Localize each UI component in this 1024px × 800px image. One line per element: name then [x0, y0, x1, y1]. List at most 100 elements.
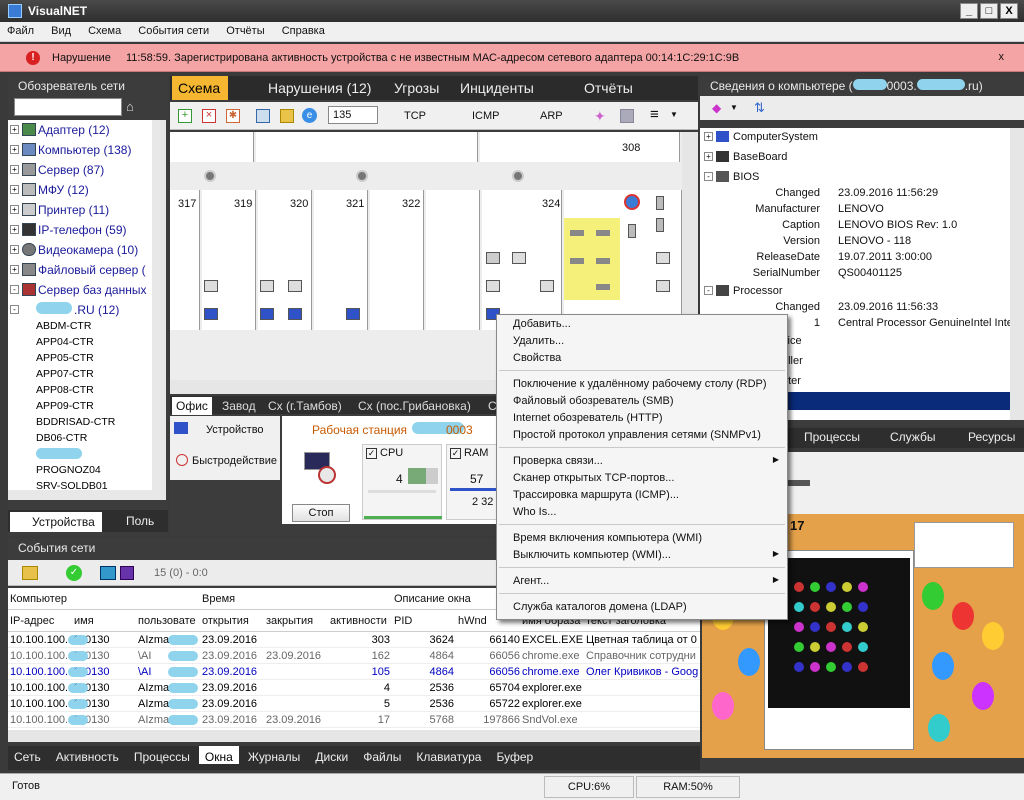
tcp-toggle[interactable]: TCP: [404, 110, 426, 122]
tree-host[interactable]: DB06-CTR1: [8, 430, 152, 446]
printer-icon[interactable]: [512, 252, 526, 264]
table-row[interactable]: 10.100.100. S-0130 \AI 23.09.2016 105 4864 660…: [8, 664, 700, 680]
wmi-node-bios[interactable]: - BIOS: [700, 168, 1010, 186]
tree-node-db-server[interactable]: - Сервер баз данных: [8, 280, 152, 300]
context-menu-item[interactable]: Файловый обозреватель (SMB): [497, 392, 787, 409]
tab-processes[interactable]: Процессы: [804, 430, 860, 444]
tree-host[interactable]: APP08-CTR1: [8, 382, 152, 398]
column-header[interactable]: PID: [394, 615, 456, 627]
filter-icon[interactable]: [22, 566, 38, 580]
tree-hscrollbar[interactable]: [8, 490, 166, 500]
server-rack-icon[interactable]: [656, 252, 670, 264]
tab-violations[interactable]: Нарушения (12): [268, 80, 371, 96]
table-row[interactable]: 10.100.100. S-0130 AIzma 23.09.2016 303 3624 6…: [8, 632, 700, 648]
switch-icon[interactable]: [570, 258, 584, 264]
tab-office[interactable]: Офис: [172, 397, 212, 415]
server-rack-icon[interactable]: [656, 280, 670, 292]
context-menu-item[interactable]: Добавить...: [497, 315, 787, 332]
tree-node-adapter[interactable]: + Адаптер (12): [8, 120, 152, 140]
tree-node-printer[interactable]: + Принтер (11): [8, 200, 152, 220]
tab-factory[interactable]: Завод: [222, 399, 256, 413]
server-icon[interactable]: [656, 218, 664, 232]
switch-icon[interactable]: [570, 230, 584, 236]
tab-scheme[interactable]: Схема: [172, 76, 228, 100]
camera-icon[interactable]: [512, 170, 524, 182]
stop-button[interactable]: Стоп: [292, 504, 350, 522]
minimize-button[interactable]: _: [960, 3, 978, 19]
ram-checkbox[interactable]: ✓: [450, 448, 461, 459]
table-row[interactable]: 10.100.100. S-0130 AIzma 23.09.2016 23.09.20…: [8, 712, 700, 728]
computer-icon[interactable]: [260, 308, 274, 320]
network-icon[interactable]: ✦: [594, 108, 606, 125]
wmi-node-baseboard[interactable]: + BaseBoard: [700, 148, 1010, 168]
tree-node-file-server[interactable]: + Файловый сервер (: [8, 260, 152, 280]
alert-close-button[interactable]: x: [999, 51, 1005, 63]
context-menu-item[interactable]: Удалить...: [497, 332, 787, 349]
menu-reports[interactable]: Отчёты: [219, 22, 271, 37]
folder-icon[interactable]: [280, 109, 294, 123]
chevron-down-icon[interactable]: ▼: [730, 103, 738, 112]
home-icon[interactable]: ⌂: [126, 99, 142, 115]
export-icon[interactable]: [100, 566, 116, 580]
printer-icon[interactable]: [260, 280, 274, 292]
printer-icon[interactable]: [204, 280, 218, 292]
column-header[interactable]: закрытия: [266, 615, 328, 627]
save-icon[interactable]: [120, 566, 134, 580]
tab-files[interactable]: Файлы: [357, 746, 407, 764]
tree-host[interactable]: PROGNOZ041: [8, 462, 152, 478]
table-row[interactable]: 10.100.100. S-0130 AIzma 23.09.2016 4 2536 657…: [8, 680, 700, 696]
context-menu-item[interactable]: Трассировка маршрута (ICMP)...: [497, 486, 787, 503]
context-menu-item[interactable]: Простой протокол управления сетями (SNMP…: [497, 426, 787, 443]
arp-toggle[interactable]: ARP: [540, 110, 563, 122]
column-header[interactable]: открытия: [202, 615, 264, 627]
tab-performance[interactable]: Быстродействие: [192, 455, 277, 467]
context-menu-item[interactable]: Сканер открытых TCP-портов...: [497, 469, 787, 486]
printer-icon[interactable]: [486, 280, 500, 292]
check-icon[interactable]: ✓: [66, 565, 82, 581]
internet-icon[interactable]: [624, 194, 640, 210]
icmp-toggle[interactable]: ICMP: [472, 110, 500, 122]
computer-icon[interactable]: [204, 308, 218, 320]
tree-host[interactable]: APP05-CTR1: [8, 350, 152, 366]
tab-processes-bottom[interactable]: Процессы: [128, 746, 196, 764]
context-menu-item[interactable]: Проверка связи... ▶: [497, 452, 787, 469]
tab-resources[interactable]: Ресурсы: [968, 430, 1015, 444]
computer-icon[interactable]: [486, 252, 500, 264]
menu-icon[interactable]: ≡: [650, 106, 659, 123]
context-menu-item[interactable]: Служба каталогов домена (LDAP): [497, 598, 787, 615]
tab-keyboard[interactable]: Клавиатура: [410, 746, 487, 764]
switch-icon[interactable]: [596, 258, 610, 264]
tree-node-domain[interactable]: - .RU (12): [8, 300, 152, 318]
tab-windows[interactable]: Окна: [198, 746, 239, 764]
tab-threats[interactable]: Угрозы: [394, 80, 439, 96]
column-header[interactable]: IP-адрес: [10, 615, 70, 627]
wmi-node-computersystem[interactable]: + ComputerSystem: [700, 128, 1010, 148]
context-menu-item[interactable]: Internet обозреватель (HTTP): [497, 409, 787, 426]
menu-help[interactable]: Справка: [275, 22, 332, 37]
maximize-button[interactable]: □: [980, 3, 998, 19]
tab-activity[interactable]: Активность: [50, 746, 125, 764]
computer-icon[interactable]: [288, 308, 302, 320]
tree-node-server[interactable]: + Сервер (87): [8, 160, 152, 180]
context-menu-item[interactable]: Время включения компьютера (WMI): [497, 529, 787, 546]
context-menu-item[interactable]: Свойства: [497, 349, 787, 366]
tree-host-redacted[interactable]: [8, 446, 152, 462]
tree-node-mfp[interactable]: + МФУ (12): [8, 180, 152, 200]
tree-node-camera[interactable]: + Видеокамера (10): [8, 240, 152, 260]
tree-host[interactable]: APP04-CTR1: [8, 334, 152, 350]
tree-host[interactable]: BDDRISAD-CTR1: [8, 414, 152, 430]
computer-icon[interactable]: [346, 308, 360, 320]
layout-icon[interactable]: [620, 109, 634, 123]
server-icon[interactable]: [656, 196, 664, 210]
server-icon[interactable]: [628, 224, 636, 238]
wmi-icon[interactable]: ◆: [712, 101, 721, 115]
switch-icon[interactable]: [596, 230, 610, 236]
context-menu-item[interactable]: Выключить компьютер (WMI)... ▶: [497, 546, 787, 563]
tree-host[interactable]: ABDM-CTR1: [8, 318, 152, 334]
context-menu-item[interactable]: Агент... ▶: [497, 572, 787, 589]
tab-device[interactable]: Устройство: [206, 424, 264, 436]
camera-icon[interactable]: [204, 170, 216, 182]
tab-clipboard[interactable]: Буфер: [490, 746, 539, 764]
chevron-down-icon[interactable]: ▼: [670, 110, 678, 119]
tab-gribanovka[interactable]: Сх (пос.Грибановка): [358, 399, 471, 413]
